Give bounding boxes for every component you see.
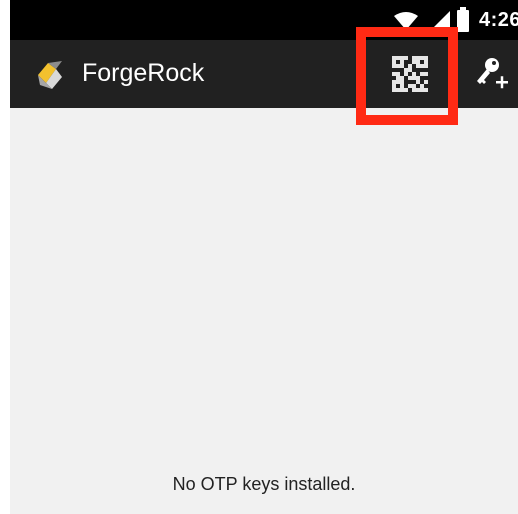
scan-qr-code-button[interactable] [390, 52, 430, 96]
add-key-button[interactable] [470, 54, 510, 94]
empty-state-message: No OTP keys installed. [172, 474, 356, 494]
status-time: 4:26 [479, 9, 518, 31]
app-screen: 4:26 ForgeRock No OTP keys installed. [10, 0, 518, 514]
battery-icon [457, 7, 469, 32]
qr-code-icon [392, 56, 428, 92]
status-bar: 4:26 [10, 0, 518, 40]
key-add-icon [477, 58, 508, 89]
wifi-icon [394, 12, 418, 30]
app-title: ForgeRock [82, 59, 205, 87]
forgerock-logo-icon [38, 61, 62, 89]
signal-icon [430, 11, 450, 31]
